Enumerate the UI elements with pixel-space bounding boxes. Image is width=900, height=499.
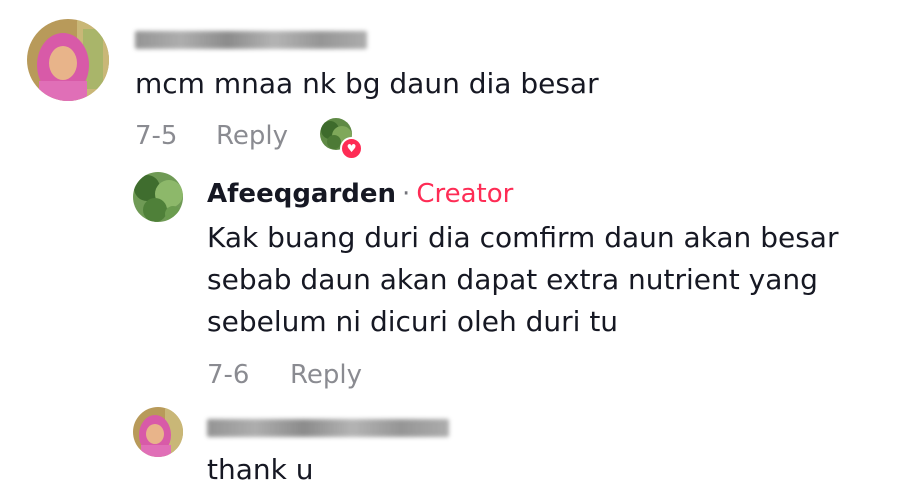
- commenter-avatar[interactable]: [27, 19, 109, 101]
- reply-button[interactable]: Reply: [216, 119, 288, 153]
- creator-badge: Creator: [416, 179, 514, 209]
- reply-text-line-3: sebelum ni dicuri oleh duri tu: [207, 305, 619, 338]
- commenter-avatar[interactable]: [133, 407, 183, 457]
- comment-date: 7-5: [135, 121, 178, 151]
- separator-dot: ·: [402, 179, 411, 209]
- reply-text-line-1: Kak buang duri dia comfirm daun akan bes…: [207, 221, 839, 254]
- commenter-username-redacted[interactable]: [135, 31, 367, 49]
- creator-username[interactable]: Afeeqgarden: [207, 179, 396, 209]
- comment-text: mcm mnaa nk bg daun dia besar: [135, 67, 599, 100]
- commenter-username-redacted[interactable]: [207, 419, 449, 437]
- heart-icon: ♥: [340, 137, 363, 160]
- reply-date: 7-6: [207, 360, 250, 390]
- liked-by-creator-indicator: ♥: [320, 118, 363, 160]
- reply-text: thank u: [207, 453, 314, 486]
- creator-avatar[interactable]: [133, 172, 183, 222]
- reply-text-line-2: sebab daun akan dapat extra nutrient yan…: [207, 263, 818, 296]
- reply-header: Afeeqgarden · Creator: [207, 176, 513, 212]
- reply-button[interactable]: Reply: [290, 358, 362, 392]
